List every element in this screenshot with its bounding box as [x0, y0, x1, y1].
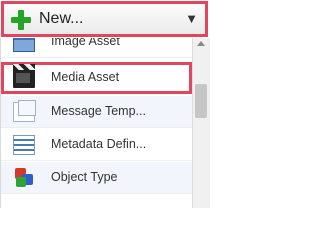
new-button-label: New...	[39, 10, 84, 27]
menu-item-label: Message Temp...	[51, 104, 146, 118]
new-item-menu: Image Asset Media Asset Message Temp... …	[0, 38, 193, 208]
chevron-down-icon[interactable]: ▼	[185, 11, 198, 26]
menu-scrollbar[interactable]	[192, 38, 210, 208]
scroll-thumb[interactable]	[195, 84, 207, 118]
media-asset-icon	[13, 64, 35, 88]
scroll-up-arrow-icon[interactable]	[197, 41, 205, 46]
menu-item-label: Media Asset	[51, 70, 120, 84]
menu-item-label: Image Asset	[51, 38, 120, 48]
plus-icon	[11, 10, 31, 30]
menu-item-metadata-definition[interactable]: Metadata Defin...	[1, 129, 192, 161]
new-dropdown-button[interactable]: New... ▼	[1, 1, 208, 37]
menu-item-image-asset[interactable]: Image Asset	[1, 38, 192, 58]
object-type-icon	[13, 168, 35, 188]
image-asset-icon	[13, 38, 35, 52]
metadata-definition-icon	[13, 135, 35, 155]
menu-bottom-edge	[0, 208, 211, 218]
menu-item-message-template[interactable]: Message Temp...	[1, 96, 192, 128]
menu-item-label: Object Type	[51, 170, 118, 184]
menu-item-label: Metadata Defin...	[51, 137, 147, 151]
message-template-icon	[13, 100, 36, 122]
menu-item-media-asset[interactable]: Media Asset	[1, 62, 192, 94]
menu-item-object-type[interactable]: Object Type	[1, 162, 192, 194]
